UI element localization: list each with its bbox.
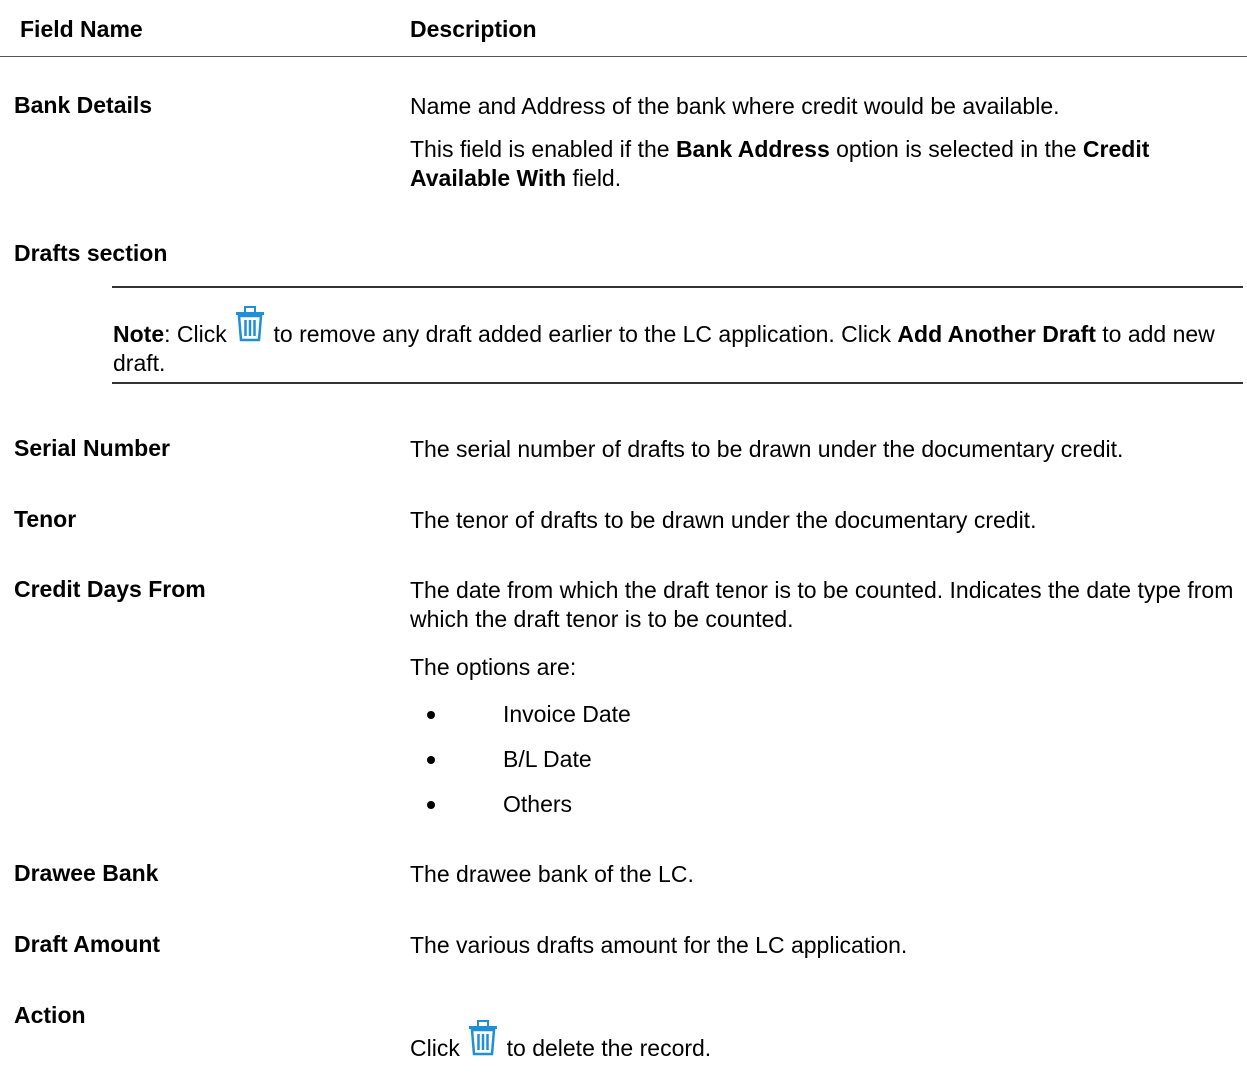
row-label-tenor: Tenor [14,506,77,532]
note-text-a: : Click [164,321,234,347]
bullet-dot [427,801,435,809]
header-divider [0,56,1247,57]
column-header-description: Description [410,16,537,42]
note-top-rule [112,286,1243,288]
note-box: Note: Click to remove any draft added ea… [113,306,1243,378]
row-desc-action: Click to delete the record. [410,1020,711,1063]
bank-details-text-a: This field is enabled if the [410,136,676,162]
row-label-drawee-bank: Drawee Bank [14,860,159,886]
add-another-draft-ref: Add Another Draft [897,321,1096,347]
row-desc-draft-amount: The various drafts amount for the LC app… [410,932,908,958]
trash-icon [233,306,267,349]
bank-details-desc-line: Name and Address of the bank where credi… [410,93,1060,119]
note-text-b: to remove any draft added earlier to the… [267,321,898,347]
bank-details-enabled-note: This field is enabled if the Bank Addres… [410,135,1246,193]
row-label-action: Action [14,1002,86,1028]
option-others: Others [503,791,573,817]
bank-details-text-c: option is selected in the [829,136,1083,162]
action-text-a: Click [410,1035,467,1061]
bullet-dot [427,756,435,764]
row-label-credit-days-from: Credit Days From [14,576,206,602]
column-header-field-name: Field Name [20,16,143,42]
row-desc-serial-number: The serial number of drafts to be drawn … [410,436,1124,462]
bank-details-text-e: field. [566,165,622,191]
note-bottom-rule [112,382,1243,384]
options-intro: The options are: [410,654,577,680]
row-label-draft-amount: Draft Amount [14,931,161,957]
option-invoice-date: Invoice Date [503,701,631,727]
bullet-dot [427,711,435,719]
row-desc-drawee-bank: The drawee bank of the LC. [410,861,694,887]
row-label-bank-details: Bank Details [14,92,153,118]
trash-icon [466,1020,500,1063]
row-label-serial-number: Serial Number [14,435,170,461]
note-label: Note [113,321,165,347]
row-desc-credit-days-from: The date from which the draft tenor is t… [410,577,1234,632]
action-text-b: to delete the record. [500,1035,712,1061]
bank-address-option: Bank Address [675,136,830,162]
row-desc-tenor: The tenor of drafts to be drawn under th… [410,507,1037,533]
option-bl-date: B/L Date [503,746,592,772]
row-desc-bank-details: Name and Address of the bank where credi… [410,92,1246,193]
drafts-section-title: Drafts section [14,240,168,266]
